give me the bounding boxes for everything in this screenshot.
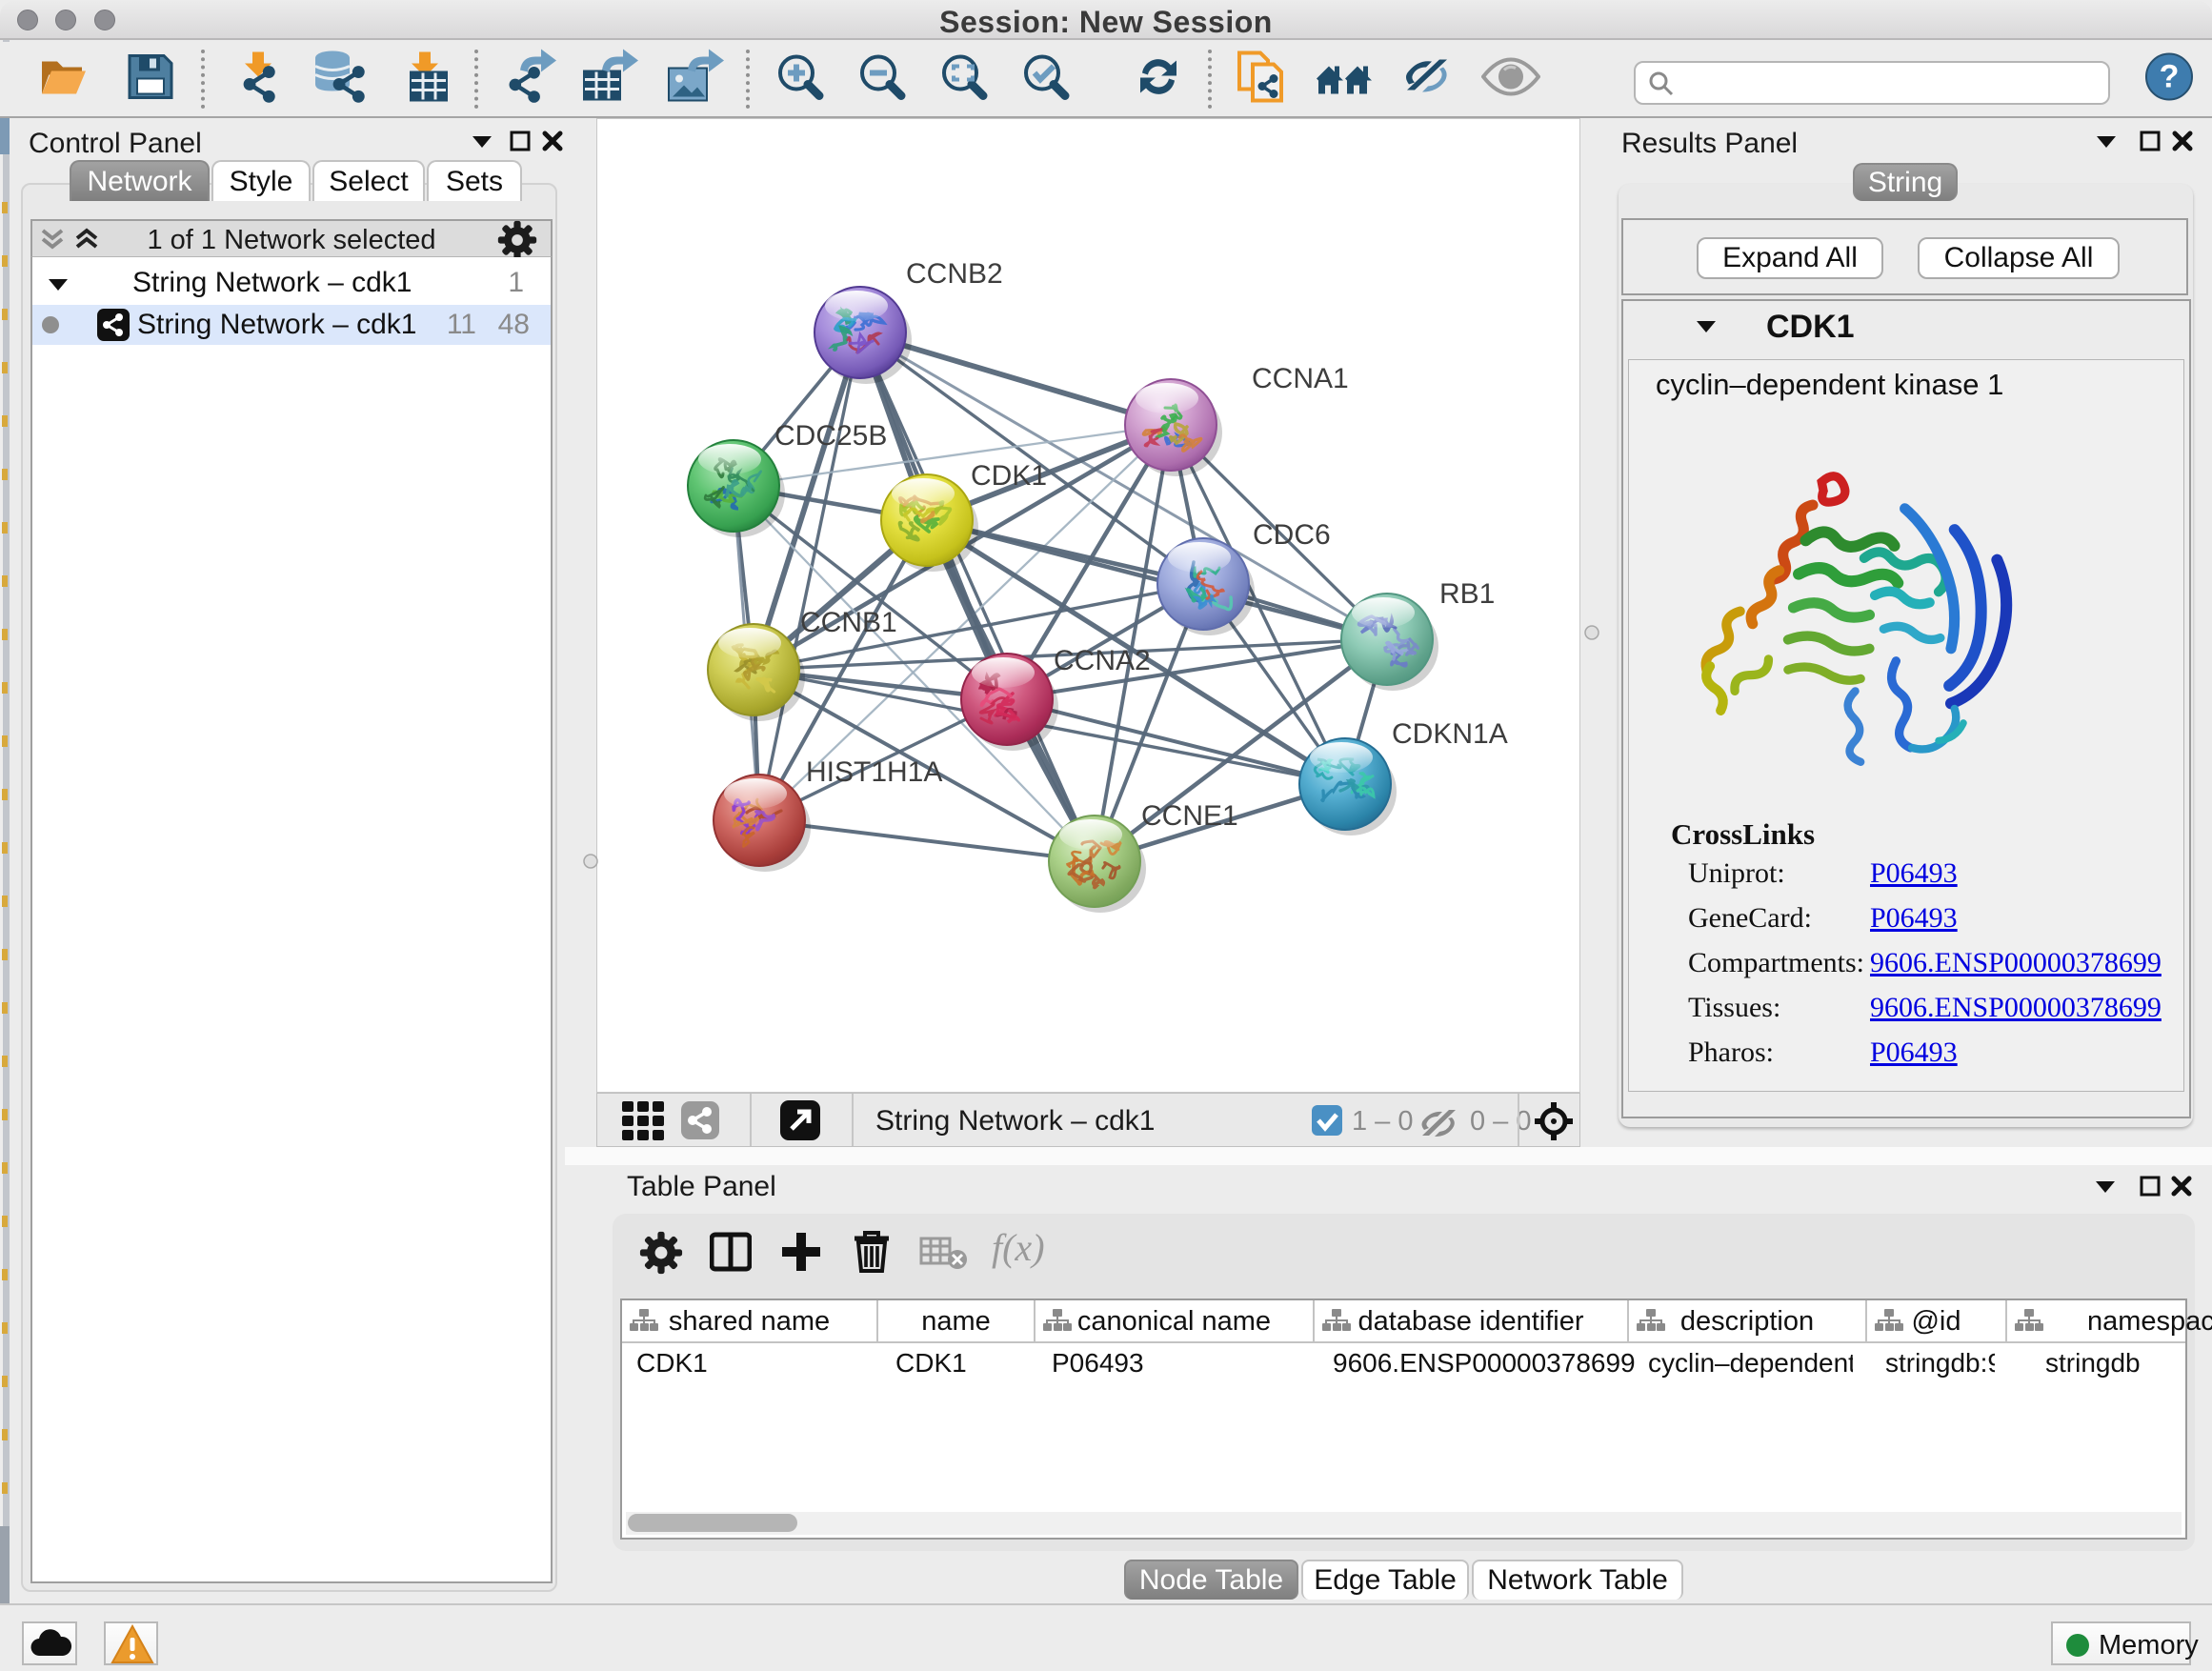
svg-text:CCNB2: CCNB2	[906, 258, 1003, 290]
svg-text:CDKN1A: CDKN1A	[1392, 718, 1508, 750]
svg-text:CCNA1: CCNA1	[1252, 363, 1349, 394]
svg-text:CDK1: CDK1	[971, 460, 1047, 492]
svg-text:CDC6: CDC6	[1253, 519, 1331, 551]
svg-text:CDC25B: CDC25B	[774, 420, 887, 452]
svg-text:CCNE1: CCNE1	[1141, 800, 1238, 832]
svg-text:HIST1H1A: HIST1H1A	[806, 756, 942, 788]
svg-text:CCNB1: CCNB1	[800, 607, 897, 638]
svg-text:RB1: RB1	[1439, 578, 1495, 610]
svg-text:?: ?	[2160, 59, 2180, 95]
svg-text:CCNA2: CCNA2	[1054, 645, 1151, 676]
